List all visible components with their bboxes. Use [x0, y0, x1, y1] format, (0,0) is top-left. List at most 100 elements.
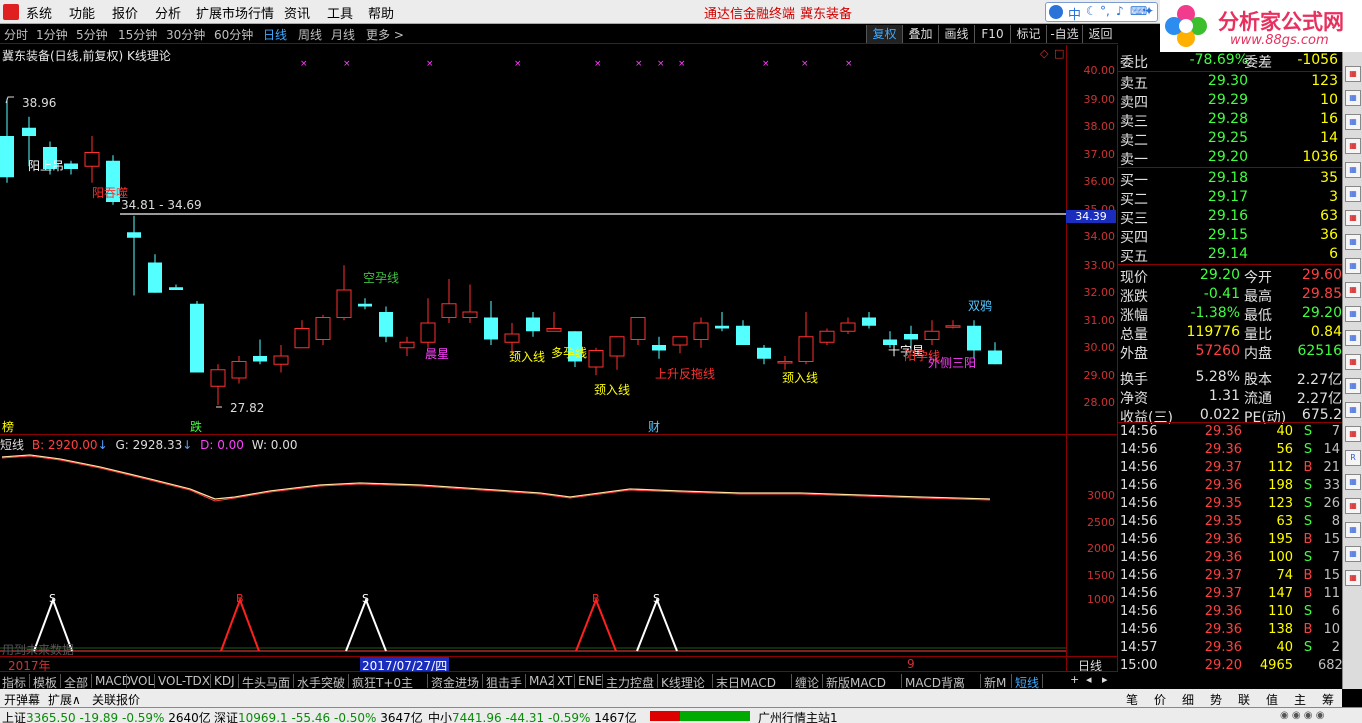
- period-15m[interactable]: 15分钟: [118, 26, 157, 43]
- tb-restore-rights[interactable]: 复权: [866, 25, 902, 43]
- tb-mark[interactable]: 标记: [1010, 25, 1046, 43]
- candle[interactable]: [336, 265, 352, 321]
- sz-index[interactable]: 深证10969.1 -55.46 -0.50% 3647亿: [214, 709, 423, 723]
- menu-quote[interactable]: 报价: [112, 3, 138, 22]
- sidebar-tool-icon[interactable]: ▦: [1345, 498, 1361, 514]
- candle[interactable]: [273, 345, 289, 373]
- candle[interactable]: [819, 328, 835, 346]
- period-30m[interactable]: 30分钟: [166, 26, 205, 43]
- candle[interactable]: [945, 320, 961, 329]
- sh-index[interactable]: 上证3365.50 -19.89 -0.59% 2640亿: [2, 709, 211, 723]
- indicator-tab[interactable]: MA2: [529, 674, 555, 688]
- sidebar-tool-icon[interactable]: ▦: [1345, 162, 1361, 178]
- rsi-icon[interactable]: R: [1345, 450, 1361, 466]
- candle[interactable]: [924, 320, 940, 345]
- sidebar-tool-icon[interactable]: ▦: [1345, 402, 1361, 418]
- sidebar-tool-icon[interactable]: ▦: [1345, 330, 1361, 346]
- input-lang[interactable]: 中: [1068, 4, 1081, 23]
- sidebar-tool-icon[interactable]: ▦: [1345, 306, 1361, 322]
- candle[interactable]: [988, 342, 1002, 365]
- sidebar-tool-icon[interactable]: ▦: [1345, 234, 1361, 250]
- event-marker[interactable]: 榜: [2, 418, 14, 435]
- sidebar-tool-icon[interactable]: ▦: [1345, 210, 1361, 226]
- candle[interactable]: [420, 298, 436, 348]
- sidebar-tool-icon[interactable]: ▦: [1345, 570, 1361, 586]
- candle[interactable]: [399, 336, 415, 356]
- sidebar-tool-icon[interactable]: ▦: [1345, 114, 1361, 130]
- candle[interactable]: [862, 312, 876, 329]
- indicator-chart[interactable]: [0, 435, 1066, 655]
- candle[interactable]: [84, 136, 100, 183]
- tab-prev-button[interactable]: ◂: [1086, 673, 1092, 686]
- quote-tab[interactable]: 主: [1294, 691, 1306, 708]
- search-toolbar[interactable]: 中 ☾ °, ♪ ⌨ ✦: [1045, 2, 1158, 23]
- candle[interactable]: [315, 314, 331, 345]
- quote-tab[interactable]: 价: [1154, 691, 1166, 708]
- tb-draw[interactable]: 画线: [938, 25, 974, 43]
- candle[interactable]: [358, 298, 372, 310]
- candle[interactable]: [484, 301, 498, 345]
- period-1m[interactable]: 1分钟: [36, 26, 68, 43]
- candle[interactable]: [253, 339, 267, 365]
- punct-icon[interactable]: °,: [1100, 4, 1110, 18]
- sidebar-tool-icon[interactable]: ▦: [1345, 522, 1361, 538]
- candle[interactable]: [231, 356, 247, 384]
- expand-button[interactable]: 扩展∧: [48, 691, 81, 708]
- indicator-tab[interactable]: VOL-TDX: [158, 674, 210, 688]
- sidebar-tool-icon[interactable]: ▦: [1345, 138, 1361, 154]
- tb-f10[interactable]: F10: [974, 25, 1010, 43]
- candle[interactable]: [652, 336, 666, 359]
- period-daily[interactable]: 日线: [263, 26, 287, 43]
- app-icon[interactable]: [3, 4, 19, 20]
- sidebar-tool-icon[interactable]: ▦: [1345, 426, 1361, 442]
- tray-icons[interactable]: ◉ ◉ ◉ ◉: [1280, 710, 1324, 721]
- sidebar-tool-icon[interactable]: ▦: [1345, 282, 1361, 298]
- indicator-tab[interactable]: VOL: [130, 674, 154, 688]
- sidebar-tool-icon[interactable]: ▦: [1345, 66, 1361, 82]
- candle[interactable]: [546, 312, 562, 332]
- candle[interactable]: [379, 306, 393, 343]
- event-marker[interactable]: 财: [648, 418, 660, 435]
- kline-chart[interactable]: × × × × × × × × × × ×: [0, 45, 1066, 434]
- candle[interactable]: [672, 336, 688, 354]
- menu-help[interactable]: 帮助: [368, 3, 394, 22]
- sidebar-tool-icon[interactable]: ▦: [1345, 186, 1361, 202]
- indicator-tab[interactable]: KDJ: [214, 674, 235, 688]
- period-monthly[interactable]: 月线: [331, 26, 355, 43]
- tb-back[interactable]: 返回: [1082, 25, 1118, 43]
- candle[interactable]: [777, 356, 793, 370]
- quote-tab[interactable]: 联: [1238, 691, 1250, 708]
- menu-analysis[interactable]: 分析: [155, 3, 181, 22]
- candle[interactable]: [736, 320, 750, 345]
- period-minute[interactable]: 分时: [4, 26, 28, 43]
- mic-icon[interactable]: ♪: [1116, 4, 1124, 18]
- candle[interactable]: [840, 317, 856, 335]
- sidebar-tool-icon[interactable]: ▦: [1345, 546, 1361, 562]
- indicator-tab[interactable]: XT: [557, 674, 572, 688]
- server-name[interactable]: 广州行情主站1: [758, 709, 838, 723]
- period-weekly[interactable]: 周线: [298, 26, 322, 43]
- add-tab-button[interactable]: +: [1070, 673, 1079, 686]
- candle[interactable]: [190, 301, 204, 373]
- period-more[interactable]: 更多 >: [366, 26, 404, 43]
- candle[interactable]: [64, 160, 78, 175]
- candle[interactable]: [127, 215, 141, 296]
- sidebar-tool-icon[interactable]: ▦: [1345, 474, 1361, 490]
- quote-tab[interactable]: 值: [1266, 691, 1278, 708]
- quote-tab[interactable]: 筹: [1322, 691, 1334, 708]
- zx-index[interactable]: 中小7441.96 -44.31 -0.59% 1467亿: [428, 709, 637, 723]
- candle[interactable]: [210, 364, 226, 405]
- sidebar-tool-icon[interactable]: ▦: [1345, 258, 1361, 274]
- candle[interactable]: [798, 312, 814, 365]
- quote-tab[interactable]: 笔: [1126, 691, 1138, 708]
- related-quote-button[interactable]: 关联报价: [92, 691, 140, 708]
- event-marker[interactable]: 跌: [190, 418, 202, 435]
- indicator-tab[interactable]: ENE: [578, 674, 602, 688]
- candle[interactable]: [462, 284, 478, 324]
- candle[interactable]: [967, 320, 981, 359]
- candle[interactable]: [148, 254, 162, 293]
- tb-watchlist[interactable]: -自选: [1046, 25, 1082, 43]
- quote-tab[interactable]: 势: [1210, 691, 1222, 708]
- candle[interactable]: [526, 312, 540, 337]
- tab-next-button[interactable]: ▸: [1102, 673, 1108, 686]
